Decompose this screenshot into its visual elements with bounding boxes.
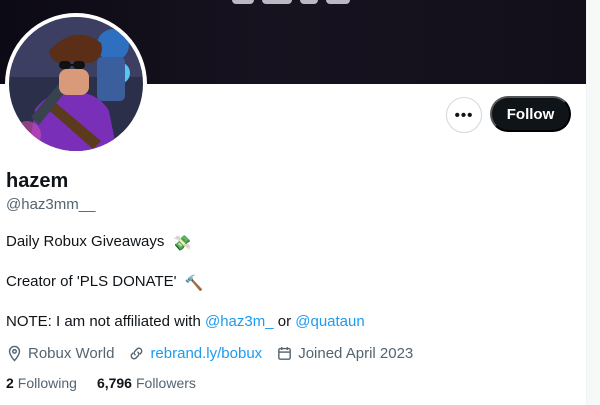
bio-text: Creator of 'PLS DONATE' xyxy=(6,273,177,290)
following-link[interactable]: 2 Following xyxy=(6,375,77,391)
calendar-icon xyxy=(278,346,292,360)
location: Robux World xyxy=(6,345,114,362)
website[interactable]: rebrand.ly/bobux xyxy=(128,345,262,362)
more-options-icon: ••• xyxy=(454,106,474,124)
bio-line-2: Creator of 'PLS DONATE' 🔨 xyxy=(6,273,203,292)
join-date-text: Joined April 2023 xyxy=(298,344,414,362)
bio-text: or xyxy=(277,313,292,330)
money-wings-icon: 💸 xyxy=(172,235,192,252)
more-options-button[interactable]: ••• xyxy=(446,97,482,133)
profile-meta: Robux World rebrand.ly/bobux Joined Apri… xyxy=(6,344,427,362)
location-pin-icon xyxy=(8,345,21,362)
display-name: hazem xyxy=(6,170,69,192)
profile-handle: @haz3mm__ xyxy=(6,196,96,213)
avatar[interactable] xyxy=(5,13,147,155)
follow-stats: 2 Following 6,796 Followers xyxy=(6,375,216,391)
avatar-image xyxy=(9,17,143,151)
following-count: 2 xyxy=(6,375,14,391)
scrollbar[interactable] xyxy=(586,0,600,405)
followers-count: 6,796 xyxy=(96,375,132,391)
following-label: Following xyxy=(17,375,77,391)
join-date: Joined April 2023 xyxy=(276,345,413,362)
bio-text: NOTE: I am not affiliated with xyxy=(6,313,201,330)
follow-button[interactable]: Follow xyxy=(490,96,571,132)
bio-text: Daily Robux Giveaways xyxy=(6,233,165,250)
hammer-icon: 🔨 xyxy=(184,275,204,292)
location-text: Robux World xyxy=(28,344,115,362)
mention-link[interactable]: @haz3m_ xyxy=(205,313,274,330)
bio-line-1: Daily Robux Giveaways 💸 xyxy=(6,233,191,252)
bio-line-3: NOTE: I am not affiliated with @haz3m_ o… xyxy=(6,313,365,330)
mention-link[interactable]: @quataun xyxy=(295,313,364,330)
followers-label: Followers xyxy=(135,375,196,391)
link-icon xyxy=(131,347,143,359)
website-link[interactable]: rebrand.ly/bobux xyxy=(150,345,262,362)
followers-link[interactable]: 6,796 Followers xyxy=(97,375,196,391)
